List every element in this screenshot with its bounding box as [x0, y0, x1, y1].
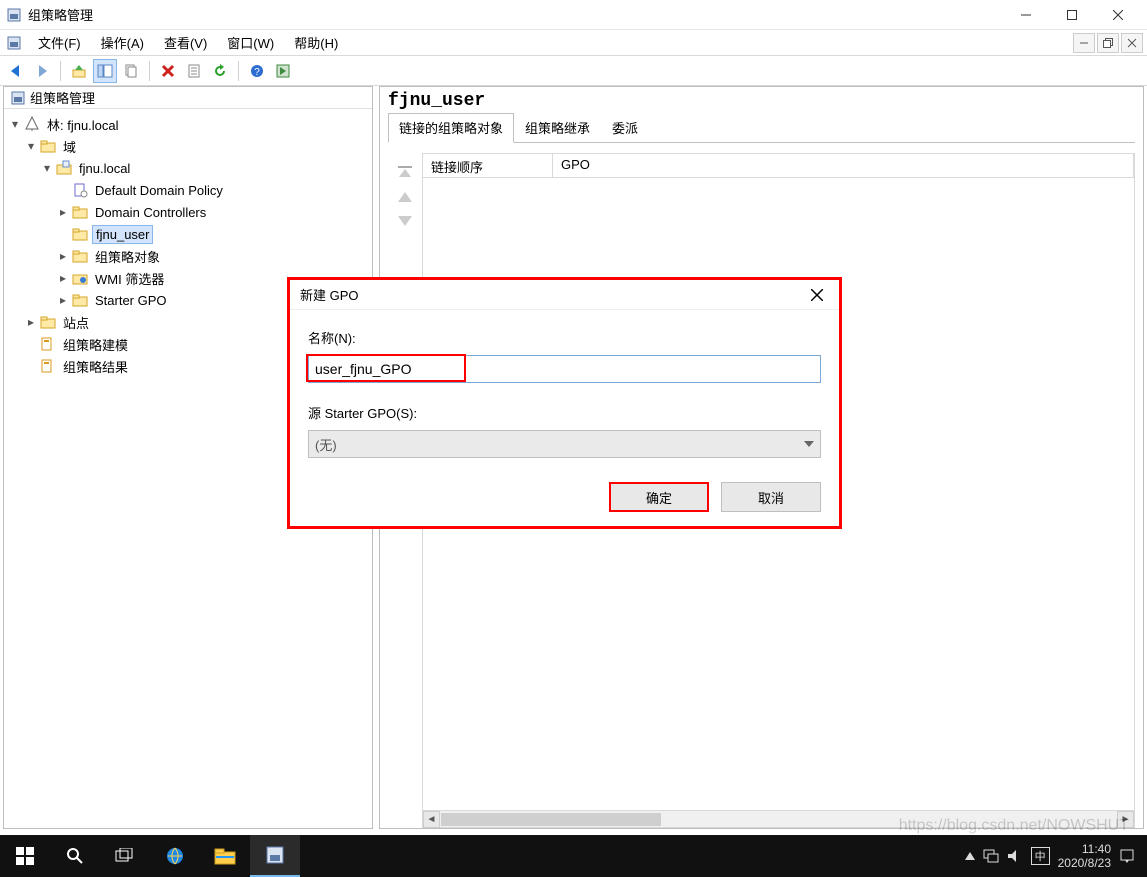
task-ie[interactable]	[150, 835, 200, 877]
tree-gpo[interactable]: ▸组策略对象	[6, 245, 370, 267]
col-gpo[interactable]: GPO	[553, 154, 1134, 177]
grid-hscrollbar[interactable]: ◄ ►	[423, 810, 1134, 827]
start-button[interactable]	[0, 835, 50, 877]
separator	[60, 61, 61, 81]
menu-help[interactable]: 帮助(H)	[284, 31, 348, 54]
domain-icon	[56, 160, 72, 176]
detail-title: fjnu_user	[388, 91, 1135, 111]
tray-clock[interactable]: 11:40 2020/8/23	[1058, 842, 1111, 871]
tab-linked-gpo[interactable]: 链接的组策略对象	[388, 113, 514, 143]
tray-volume-icon[interactable]	[1007, 849, 1023, 863]
forward-button[interactable]	[30, 59, 54, 83]
tree-fjnu-user[interactable]: fjnu_user	[6, 223, 370, 245]
tray-chevron-up-icon[interactable]	[965, 852, 975, 860]
gpo-link-icon	[72, 182, 88, 198]
ou-icon	[72, 204, 88, 220]
tray-network-icon[interactable]	[983, 849, 999, 863]
dialog-title: 新建 GPO	[300, 285, 805, 304]
tree-default-domain-policy[interactable]: Default Domain Policy	[6, 179, 370, 201]
properties-button[interactable]	[182, 59, 206, 83]
name-input[interactable]	[308, 355, 821, 383]
help-button[interactable]: ?	[245, 59, 269, 83]
separator	[149, 61, 150, 81]
scroll-left-icon[interactable]: ◄	[423, 811, 440, 828]
minimize-button[interactable]	[1003, 0, 1049, 29]
starter-select[interactable]: (无)	[308, 430, 821, 458]
dialog-titlebar: 新建 GPO	[290, 280, 839, 310]
forest-icon	[24, 116, 40, 132]
back-button[interactable]	[4, 59, 28, 83]
mdi-close[interactable]	[1121, 33, 1143, 53]
console-tree-button[interactable]	[93, 59, 117, 83]
tab-inheritance[interactable]: 组策略继承	[514, 113, 601, 142]
folder-icon	[72, 248, 88, 264]
svg-text:?: ?	[254, 67, 260, 78]
tree-panel-header: 组策略管理	[4, 87, 372, 109]
system-tray[interactable]: 中 11:40 2020/8/23	[953, 842, 1147, 871]
wmi-icon	[72, 270, 88, 286]
sites-icon	[40, 314, 56, 330]
mdi-minimize[interactable]	[1073, 33, 1095, 53]
move-down-icon[interactable]	[396, 215, 414, 227]
tree-forest[interactable]: ▾林: fjnu.local	[6, 113, 370, 135]
tree-root-label[interactable]: 组策略管理	[30, 88, 95, 107]
tray-notifications-icon[interactable]	[1119, 848, 1135, 864]
col-link-order[interactable]: 链接顺序	[423, 154, 553, 177]
search-button[interactable]	[50, 835, 100, 877]
gpmc-small-icon	[6, 35, 22, 51]
dialog-close-button[interactable]	[805, 283, 829, 307]
taskview-button[interactable]	[100, 835, 150, 877]
tabstrip: 链接的组策略对象 组策略继承 委派	[388, 113, 1135, 143]
gpmc-icon	[10, 90, 26, 106]
folder-icon	[72, 292, 88, 308]
save-button[interactable]	[271, 59, 295, 83]
cancel-button[interactable]: 取消	[721, 482, 821, 512]
ou-icon	[72, 226, 88, 242]
menu-action[interactable]: 操作(A)	[91, 31, 154, 54]
gpmc-icon	[6, 7, 22, 23]
toolbar: ?	[0, 56, 1147, 86]
tab-delegation[interactable]: 委派	[601, 113, 649, 142]
move-up-icon[interactable]	[396, 191, 414, 203]
maximize-button[interactable]	[1049, 0, 1095, 29]
window-titlebar: 组策略管理	[0, 0, 1147, 30]
tree-domains[interactable]: ▾域	[6, 135, 370, 157]
tray-date: 2020/8/23	[1058, 856, 1111, 870]
tree-domain[interactable]: ▾fjnu.local	[6, 157, 370, 179]
tray-time: 11:40	[1058, 842, 1111, 856]
scroll-right-icon[interactable]: ►	[1117, 811, 1134, 828]
menu-bar: 文件(F) 操作(A) 查看(V) 窗口(W) 帮助(H)	[0, 30, 1147, 56]
refresh-button[interactable]	[208, 59, 232, 83]
scroll-thumb[interactable]	[441, 813, 661, 826]
grid-header: 链接顺序 GPO	[423, 154, 1134, 178]
menu-view[interactable]: 查看(V)	[154, 31, 217, 54]
window-title: 组策略管理	[28, 5, 1003, 24]
delete-button[interactable]	[156, 59, 180, 83]
starter-label: 源 Starter GPO(S):	[308, 403, 821, 422]
separator	[238, 61, 239, 81]
chevron-down-icon	[804, 441, 814, 447]
new-gpo-dialog: 新建 GPO 名称(N): 源 Starter GPO(S): (无) 确定 取…	[287, 277, 842, 529]
close-button[interactable]	[1095, 0, 1141, 29]
name-label: 名称(N):	[308, 328, 821, 347]
ok-button[interactable]: 确定	[609, 482, 709, 512]
starter-select-value: (无)	[315, 435, 337, 454]
tree-domain-controllers[interactable]: ▸Domain Controllers	[6, 201, 370, 223]
modeling-icon	[40, 336, 56, 352]
task-gpmc[interactable]	[250, 835, 300, 877]
menu-file[interactable]: 文件(F)	[28, 31, 91, 54]
mdi-restore[interactable]	[1097, 33, 1119, 53]
up-button[interactable]	[67, 59, 91, 83]
results-icon	[40, 358, 56, 374]
copy-button[interactable]	[119, 59, 143, 83]
task-explorer[interactable]	[200, 835, 250, 877]
folder-icon	[40, 138, 56, 154]
menu-window[interactable]: 窗口(W)	[217, 31, 284, 54]
tray-ime-icon[interactable]: 中	[1031, 847, 1050, 865]
taskbar: 中 11:40 2020/8/23	[0, 835, 1147, 877]
move-top-icon[interactable]	[396, 165, 414, 179]
